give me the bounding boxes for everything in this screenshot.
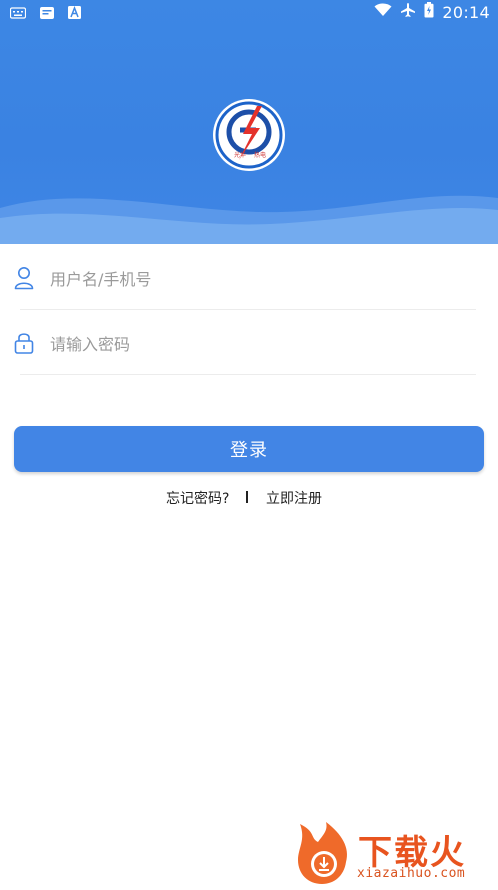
username-input[interactable] — [48, 260, 452, 298]
logo-text-left: 光华 — [234, 151, 246, 159]
register-link[interactable]: 立即注册 — [266, 488, 322, 508]
forgot-password-link[interactable]: 忘记密码? — [166, 488, 229, 508]
wifi-icon — [374, 3, 392, 21]
password-input[interactable] — [48, 325, 452, 363]
login-button[interactable]: 登录 — [14, 426, 484, 472]
password-divider — [20, 374, 476, 375]
a-icon — [68, 5, 81, 23]
status-bar: 20:14 — [0, 0, 498, 24]
link-separator — [246, 491, 248, 503]
username-field-row — [14, 246, 478, 310]
logo-text-right: 热电 — [254, 151, 266, 159]
keyboard-icon — [9, 5, 27, 23]
auth-links: 忘记密码? 立即注册 — [0, 488, 498, 508]
battery-icon — [424, 2, 434, 22]
app-logo: 光华 热电 — [212, 98, 286, 172]
message-icon — [40, 5, 54, 23]
wave-decoration — [0, 195, 498, 244]
password-field-row — [14, 311, 478, 375]
status-time: 20:14 — [442, 2, 490, 22]
lock-icon — [14, 331, 34, 355]
header-banner: 20:14 光华 热电 — [0, 0, 498, 244]
airplane-icon — [400, 2, 416, 22]
flame-icon — [298, 822, 348, 884]
username-divider — [20, 309, 476, 310]
user-icon — [14, 266, 34, 290]
watermark-domain: xiazaihuo.com — [357, 866, 466, 881]
